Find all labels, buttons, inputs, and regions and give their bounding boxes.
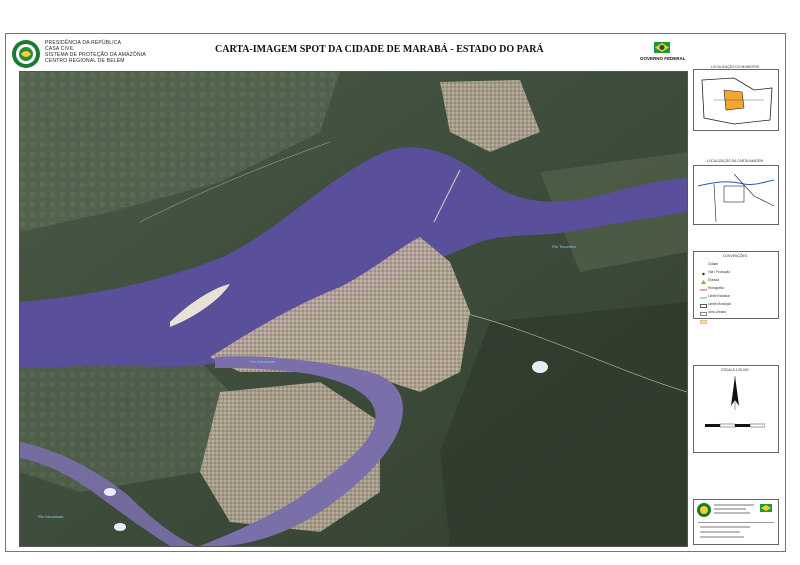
legend-item: Hidrografia bbox=[708, 286, 724, 290]
north-arrow-icon bbox=[731, 376, 739, 410]
inset-map bbox=[693, 165, 779, 225]
brazil-flag-icon bbox=[654, 42, 670, 53]
locator-map-icon bbox=[694, 70, 778, 130]
scale-title: ESCALA 1:25.000 bbox=[721, 368, 749, 372]
village-symbol-icon bbox=[700, 271, 707, 284]
legend-item: Estrada bbox=[708, 278, 719, 282]
scale-bar-icon bbox=[705, 423, 765, 428]
map-title: CARTA-IMAGEM SPOT DA CIDADE DE MARABÁ - … bbox=[215, 44, 544, 55]
legend-item: Limite Municipal bbox=[708, 302, 731, 306]
org-line: CENTRO REGIONAL DE BELÉM bbox=[45, 58, 125, 64]
city-symbol-icon bbox=[700, 263, 707, 276]
sipam-logo-icon bbox=[12, 40, 40, 68]
river-label-itacaiunas: Rio Itacaiúnas bbox=[250, 359, 276, 364]
municipal-limit-symbol-icon bbox=[700, 303, 707, 316]
hydrography-symbol-icon bbox=[699, 287, 708, 300]
credits-logo-icon bbox=[697, 503, 774, 538]
legend-item: Cidade bbox=[708, 262, 719, 266]
side-panel: LOCALIZAÇÃO DO MUNICÍPIO LOCALIZAÇÃO DA … bbox=[688, 65, 782, 545]
locator-map bbox=[693, 69, 779, 131]
inset-map-icon bbox=[694, 166, 778, 224]
river-label-itacaiunas-lower: Rio Itacaiúnas bbox=[38, 514, 64, 519]
legend-item: Vila / Povoação bbox=[708, 270, 731, 274]
satellite-imagery bbox=[20, 72, 687, 546]
inset-title: LOCALIZAÇÃO DA CARTA-IMAGEM bbox=[706, 159, 764, 163]
organization-block: PRESIDÊNCIA DA REPÚBLICA CASA CIVIL SIST… bbox=[45, 40, 146, 64]
legend-title: CONVENÇÕES bbox=[722, 254, 748, 258]
credits-box bbox=[693, 499, 779, 545]
road-symbol-icon bbox=[700, 279, 707, 291]
legend-item: Área Urbana bbox=[708, 310, 727, 314]
urban-area-symbol-icon bbox=[700, 311, 707, 324]
government-label: GOVERNO FEDERAL bbox=[640, 56, 686, 61]
river-label-tocantins: Rio Tocantins bbox=[552, 244, 577, 249]
state-limit-symbol-icon bbox=[700, 295, 707, 308]
satellite-map[interactable]: Rio Tocantins Rio Itacaiúnas Rio Itacaiú… bbox=[19, 71, 688, 547]
legend-box bbox=[693, 251, 779, 319]
legend-item: Limite Estadual bbox=[708, 294, 730, 298]
